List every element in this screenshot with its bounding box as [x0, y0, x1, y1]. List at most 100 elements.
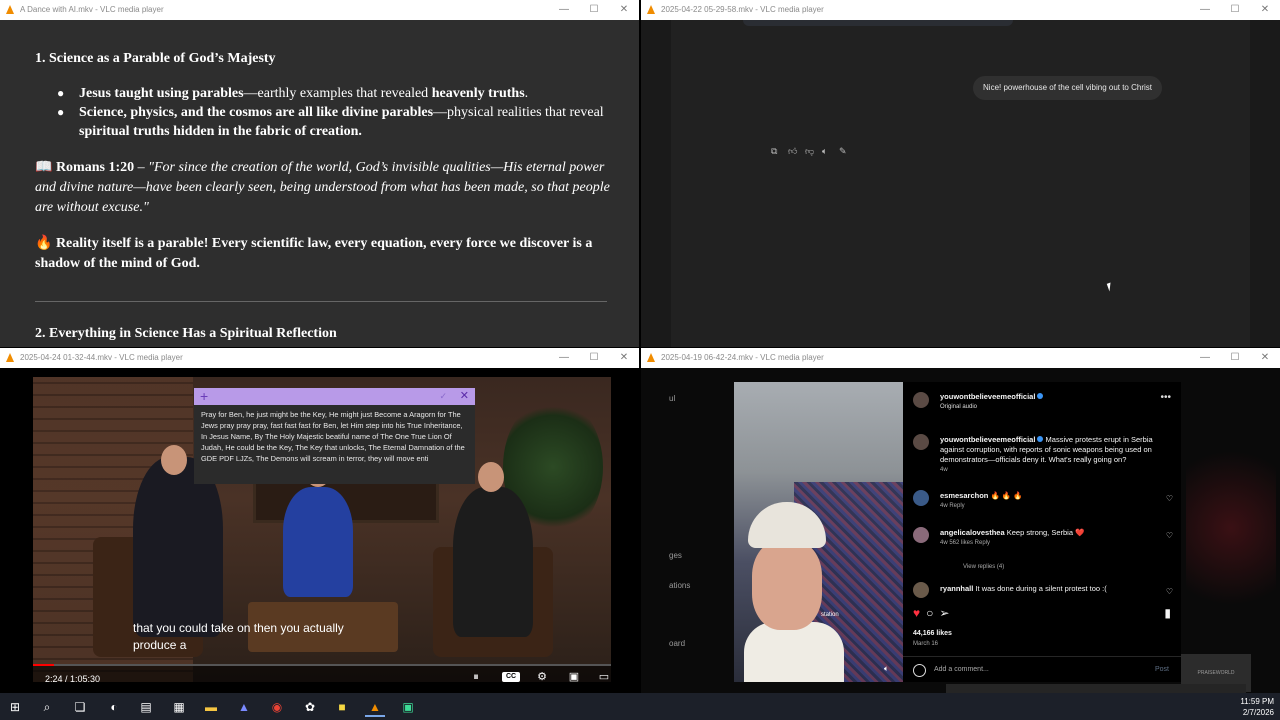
system-clock[interactable]: 11:59 PM 2/7/2026	[1240, 696, 1274, 718]
vlc-window-chat[interactable]: 2025-04-22 05-29-58.mkv - VLC media play…	[641, 0, 1280, 347]
close-button[interactable]: ✕	[1250, 348, 1280, 368]
comment-user[interactable]: angelicalovesthea	[940, 528, 1005, 537]
edit-icon[interactable]: ✎	[839, 146, 856, 157]
share-icon[interactable]: ➢	[939, 606, 949, 620]
more-options-icon[interactable]: •••	[1160, 392, 1171, 403]
list-item: ● Jesus taught using parables—earthly exa…	[35, 84, 605, 103]
app-icon[interactable]: ▲	[234, 697, 254, 717]
title-bar[interactable]: 2025-04-19 06-42-24.mkv - VLC media play…	[641, 348, 1280, 368]
speaker-icon[interactable]: 🔈︎	[822, 146, 839, 157]
note-text[interactable]: Pray for Ben, he just might be the Key, …	[194, 405, 475, 468]
sidebar-item[interactable]: oard	[669, 639, 685, 648]
sidebar-item[interactable]: ges	[669, 551, 682, 560]
bullet-bold: Jesus taught using parables	[79, 86, 244, 101]
task-view-icon[interactable]: ❏	[70, 697, 90, 717]
miniplayer-icon[interactable]: ▣	[565, 670, 583, 684]
mute-icon[interactable]: 🔈︎	[884, 664, 889, 674]
emoji-icon[interactable]	[913, 664, 926, 677]
app-icon[interactable]: ▣	[398, 697, 418, 717]
avatar[interactable]	[913, 434, 929, 450]
close-note-icon[interactable]: ✕	[460, 388, 469, 405]
sticky-note[interactable]: + ✓ ✕ Pray for Ben, he just might be the…	[194, 388, 475, 484]
sidebar-item[interactable]: ations	[669, 581, 690, 590]
file-explorer-icon[interactable]: ▬	[201, 697, 221, 717]
likes-count[interactable]: 44,166 likes	[913, 630, 952, 637]
minimize-button[interactable]: —	[549, 348, 579, 368]
title-bar[interactable]: 2025-04-24 01-32-44.mkv - VLC media play…	[0, 348, 639, 368]
app-icon[interactable]: ◐	[104, 697, 124, 717]
check-icon[interactable]: ✓	[439, 388, 447, 405]
avatar[interactable]	[913, 582, 929, 598]
video-view[interactable]: that you could take on then you actually…	[0, 368, 639, 693]
maximize-button[interactable]: ☐	[579, 0, 609, 20]
vlc-window-document[interactable]: A Dance with AI.mkv - VLC media player —…	[0, 0, 639, 347]
account-name[interactable]: youwontbelieveemeofficial	[940, 392, 1035, 401]
post-date: March 16	[913, 641, 939, 647]
head	[161, 445, 187, 475]
autoplay-toggle-icon[interactable]: ⏸	[467, 670, 485, 684]
theater-mode-icon[interactable]: ▭	[595, 670, 613, 684]
bookmark-icon[interactable]: ▮	[1164, 606, 1171, 620]
app-icon[interactable]: ▤	[136, 697, 156, 717]
post-header: youwontbelieveemeofficial Original audio	[940, 392, 1161, 412]
add-note-icon[interactable]: +	[200, 388, 208, 405]
minimize-button[interactable]: —	[1190, 348, 1220, 368]
comment-user[interactable]: esmesarchon	[940, 491, 988, 500]
comment: ryannhall It was done during a silent pr…	[940, 584, 1161, 594]
thumbs-down-icon[interactable]: 👎︎	[805, 146, 822, 157]
maximize-button[interactable]: ☐	[579, 348, 609, 368]
post-button[interactable]: Post	[1155, 666, 1169, 673]
background-strip	[946, 684, 1246, 693]
reel-video[interactable]: station 🔈︎	[734, 382, 903, 682]
chatgpt-icon[interactable]: ✿	[300, 697, 320, 717]
comment-meta[interactable]: 4w 562 likes Reply	[940, 538, 1161, 548]
close-button[interactable]: ✕	[1250, 0, 1280, 20]
avatar[interactable]	[913, 392, 929, 408]
close-button[interactable]: ✕	[609, 348, 639, 368]
minimize-button[interactable]: —	[1190, 0, 1220, 20]
app-icon[interactable]: ▦	[169, 697, 189, 717]
view-replies[interactable]: View replies (4)	[963, 562, 1161, 572]
sticky-notes-icon[interactable]: ■	[332, 697, 352, 717]
settings-gear-icon[interactable]: ⚙	[533, 670, 551, 684]
like-comment-icon[interactable]: ♡	[1166, 587, 1173, 596]
maximize-button[interactable]: ☐	[1220, 348, 1250, 368]
avatar[interactable]	[913, 527, 929, 543]
minimize-button[interactable]: —	[549, 0, 579, 20]
vlc-cone-icon	[6, 353, 14, 362]
close-button[interactable]: ✕	[609, 0, 639, 20]
vlc-taskbar-icon[interactable]: ▲	[365, 697, 385, 717]
search-icon[interactable]: ⌕	[37, 697, 57, 717]
note-toolbar[interactable]: + ✓ ✕	[194, 388, 475, 405]
progress-bar[interactable]	[33, 664, 611, 666]
comment-user[interactable]: ryannhall	[940, 584, 973, 593]
comment-meta[interactable]: 4w Reply	[940, 501, 1161, 511]
action-bar: ♥ ○ ➢	[913, 606, 955, 620]
sidebar-item[interactable]: ul	[669, 394, 675, 403]
captions-button[interactable]: CC	[502, 672, 520, 682]
audio-label[interactable]: Original audio	[940, 402, 1161, 412]
windows-start-icon[interactable]: ⊞	[5, 697, 25, 717]
copy-icon[interactable]: ⧉	[771, 146, 788, 157]
like-comment-icon[interactable]: ♡	[1166, 494, 1173, 503]
heart-icon[interactable]: ♥	[913, 606, 920, 620]
background-blur	[1186, 428, 1276, 628]
avatar[interactable]	[913, 490, 929, 506]
like-comment-icon[interactable]: ♡	[1166, 531, 1173, 540]
chrome-icon[interactable]: ◉	[267, 697, 287, 717]
divider	[35, 301, 607, 302]
bullet-list: ● Jesus taught using parables—earthly exa…	[35, 84, 605, 141]
vlc-window-video[interactable]: 2025-04-24 01-32-44.mkv - VLC media play…	[0, 348, 639, 693]
title-bar[interactable]: A Dance with AI.mkv - VLC media player —…	[0, 0, 639, 20]
face	[752, 540, 822, 630]
comment: esmesarchon 🔥 🔥 🔥 4w Reply	[940, 491, 1161, 511]
comment-icon[interactable]: ○	[926, 606, 933, 620]
caption-user[interactable]: youwontbelieveemeofficial	[940, 435, 1035, 444]
video-subtitle: that you could take on then you actually…	[133, 620, 344, 654]
document-view: 1. Science as a Parable of God’s Majesty…	[0, 20, 639, 347]
vlc-window-instagram[interactable]: 2025-04-19 06-42-24.mkv - VLC media play…	[641, 348, 1280, 693]
add-comment-input[interactable]: Add a comment...	[934, 666, 989, 673]
maximize-button[interactable]: ☐	[1220, 0, 1250, 20]
thumbs-up-icon[interactable]: 👍︎	[788, 146, 805, 157]
title-bar[interactable]: 2025-04-22 05-29-58.mkv - VLC media play…	[641, 0, 1280, 20]
